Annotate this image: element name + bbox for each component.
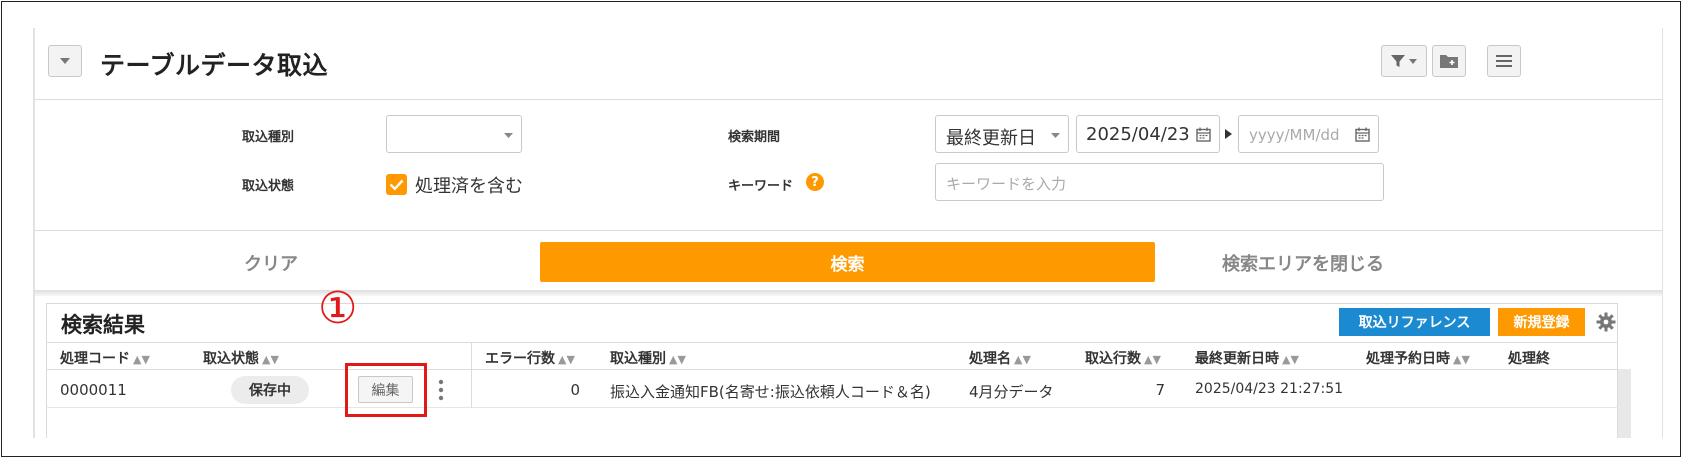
- table-row-line: [46, 407, 1618, 408]
- column-header-import-type[interactable]: 取込種別 ▲▼: [610, 348, 686, 368]
- include-processed-label: 処理済を含む: [415, 176, 523, 197]
- caret-down-icon: [1409, 58, 1417, 64]
- add-folder-button[interactable]: [1432, 45, 1466, 77]
- column-header-process-end[interactable]: 処理終: [1508, 348, 1616, 368]
- help-icon[interactable]: ?: [806, 173, 824, 191]
- new-register-button[interactable]: 新規登録: [1498, 308, 1585, 336]
- annotation-callout-number: ①: [318, 283, 358, 334]
- table-header-top-line: [46, 342, 1618, 343]
- sort-icon: ▲▼: [133, 353, 150, 366]
- gear-icon[interactable]: [1596, 312, 1616, 332]
- column-divider: [471, 342, 472, 408]
- search-button[interactable]: 検索: [540, 242, 1155, 282]
- section-shadow: [35, 290, 1662, 296]
- calendar-icon[interactable]: [1355, 127, 1370, 142]
- menu-button[interactable]: [1487, 45, 1521, 77]
- sort-icon: ▲▼: [558, 353, 575, 366]
- import-reference-button[interactable]: 取込リファレンス: [1339, 308, 1490, 336]
- caret-down-icon: [60, 58, 70, 64]
- checkmark-icon: [389, 179, 404, 191]
- import-type-select[interactable]: [386, 115, 522, 153]
- calendar-icon[interactable]: [1196, 127, 1211, 142]
- row-code: 0000011: [60, 381, 127, 399]
- search-period-label: 検索期間: [728, 130, 781, 145]
- caret-down-icon: [1051, 133, 1060, 138]
- column-header-updated-at[interactable]: 最終更新日時 ▲▼: [1195, 348, 1299, 368]
- period-type-select[interactable]: 最終更新日: [935, 115, 1069, 153]
- row-error-rows: 0: [570, 381, 580, 399]
- page-title: テーブルデータ取込: [100, 51, 329, 80]
- row-import-type: 振込入金通知FB(名寄せ:振込依頼人コード＆名): [610, 383, 931, 401]
- hamburger-icon: [1496, 55, 1512, 67]
- caret-down-icon: [504, 133, 513, 138]
- filter-icon: [1391, 55, 1405, 67]
- card-border-right: [1662, 28, 1663, 438]
- sort-icon: ▲▼: [1144, 353, 1161, 366]
- row-updated-at: 2025/04/23 21:27:51: [1195, 381, 1344, 397]
- sort-icon: ▲▼: [262, 353, 279, 366]
- row-process-name: 4月分データ: [969, 383, 1054, 401]
- column-header-code[interactable]: 処理コード ▲▼: [60, 348, 150, 368]
- results-title: 検索結果: [61, 313, 145, 337]
- status-badge: 保存中: [231, 376, 309, 404]
- date-to-input[interactable]: yyyy/MM/dd: [1238, 115, 1379, 153]
- annotation-highlight-box: [345, 363, 427, 417]
- column-header-error-rows[interactable]: エラー行数 ▲▼: [485, 348, 575, 368]
- collapse-toggle-button[interactable]: [48, 45, 82, 77]
- sort-icon: ▲▼: [1282, 353, 1299, 366]
- import-type-label: 取込種別: [242, 130, 295, 145]
- clear-button[interactable]: クリア: [244, 250, 298, 276]
- keyword-input[interactable]: キーワードを入力: [935, 163, 1384, 201]
- date-from-input[interactable]: 2025/04/23: [1076, 115, 1220, 153]
- column-header-status[interactable]: 取込状態 ▲▼: [203, 348, 279, 368]
- more-options-icon[interactable]: [438, 379, 444, 401]
- import-status-label: 取込状態: [242, 179, 295, 194]
- header-divider: [35, 99, 1662, 100]
- table-header-bottom-line: [46, 369, 1618, 370]
- row-import-rows: 7: [1155, 381, 1165, 399]
- sort-icon: ▲▼: [669, 353, 686, 366]
- close-search-area-button[interactable]: 検索エリアを閉じる: [1222, 250, 1384, 276]
- column-header-scheduled-at[interactable]: 処理予約日時 ▲▼: [1366, 348, 1470, 368]
- folder-plus-icon: [1440, 55, 1458, 68]
- range-arrow-icon: [1225, 129, 1232, 139]
- filter-menu-button[interactable]: [1381, 45, 1427, 77]
- form-divider: [35, 230, 1662, 231]
- sort-icon: ▲▼: [1014, 353, 1031, 366]
- table-scrollbar[interactable]: [1618, 369, 1631, 438]
- column-header-import-rows[interactable]: 取込行数 ▲▼: [1085, 348, 1161, 368]
- card-border-left: [33, 28, 35, 438]
- include-processed-checkbox[interactable]: [386, 174, 407, 195]
- column-header-process-name[interactable]: 処理名 ▲▼: [969, 348, 1031, 368]
- keyword-label: キーワード: [728, 179, 794, 194]
- sort-icon: ▲▼: [1453, 353, 1470, 366]
